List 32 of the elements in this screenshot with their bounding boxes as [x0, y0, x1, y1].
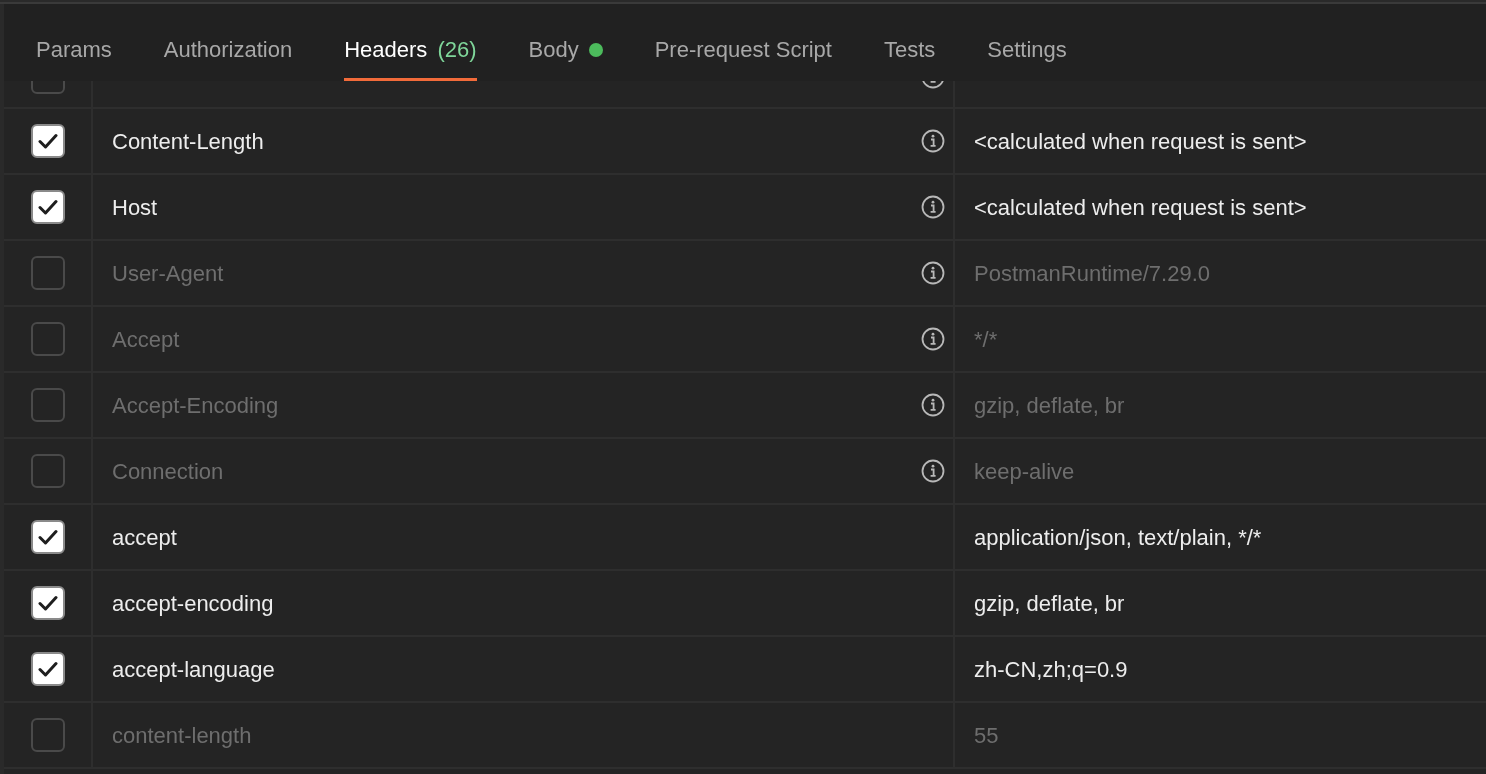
- header-key: Host: [112, 190, 921, 224]
- header-value: <calculated when request is sent>: [974, 127, 1307, 156]
- header-value: keep-alive: [974, 457, 1075, 486]
- tab[interactable]: Settings: [987, 21, 1067, 81]
- tab[interactable]: Params: [36, 21, 112, 81]
- header-value: zh-CN,zh;q=0.9: [974, 655, 1128, 684]
- header-value: gzip, deflate, br: [974, 391, 1125, 420]
- tab[interactable]: Body: [528, 21, 603, 81]
- tab[interactable]: Pre-request Script: [654, 21, 832, 81]
- header-key: accept-language: [112, 652, 945, 686]
- check-icon: [37, 529, 58, 545]
- header-key: User-Agent: [112, 256, 921, 290]
- tab[interactable]: Authorization: [163, 21, 293, 81]
- header-key: Connection: [112, 454, 921, 488]
- header-key: accept-encoding: [112, 586, 945, 620]
- check-icon: [37, 661, 58, 677]
- header-value: <calculated when request is sent>: [974, 193, 1307, 222]
- tab[interactable]: Tests: [883, 21, 936, 81]
- header-value: 55: [974, 721, 999, 750]
- header-value: application/json, text/plain, */*: [974, 523, 1262, 552]
- header-value: PostmanRuntime/7.29.0: [974, 259, 1211, 288]
- header-key: content-length: [112, 718, 945, 752]
- check-icon: [37, 595, 58, 611]
- header-value: gzip, deflate, br: [974, 589, 1125, 618]
- check-icon: [37, 133, 58, 149]
- header-key: accept: [112, 520, 945, 554]
- tab-count: (26): [437, 36, 477, 64]
- header-key: Accept-Encoding: [112, 388, 921, 422]
- header-key: Accept: [112, 322, 921, 356]
- header-key: Content-Length: [112, 124, 921, 158]
- check-icon: [37, 199, 58, 215]
- header-value: */*: [974, 325, 998, 354]
